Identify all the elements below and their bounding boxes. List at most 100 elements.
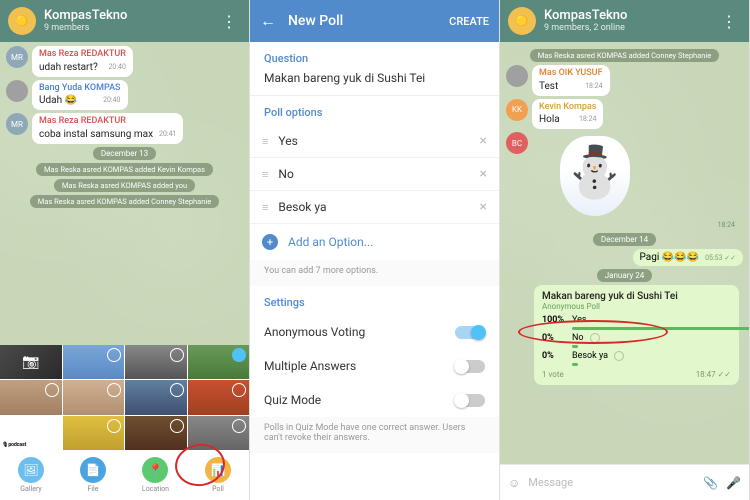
sender-name: Bang Yuda KOMPAS [39, 83, 121, 95]
toggle[interactable] [455, 360, 485, 373]
group-avatar[interactable]: 🟡 [508, 7, 536, 35]
chat-title[interactable]: KompasTekno [44, 9, 127, 23]
avatar[interactable] [6, 80, 28, 102]
sticker-message[interactable] [560, 136, 630, 216]
photo-cell[interactable] [188, 380, 250, 414]
poll-percent: 0% [542, 351, 568, 361]
poll-option-label: Yes [572, 315, 587, 325]
attach-icon[interactable]: 📎 [703, 476, 718, 490]
date-separator: December 14 [593, 233, 656, 246]
incoming-message[interactable]: Mas Reza REDAKTUR coba instal samsung ma… [32, 113, 183, 144]
gallery-button[interactable]: 🖼Gallery [18, 457, 44, 493]
avatar[interactable] [506, 65, 528, 87]
drag-icon[interactable]: ≡ [262, 168, 268, 181]
chat-panel: 🟡 KompasTekno 9 members ⋮ MR Mas Reza RE… [0, 0, 250, 500]
chat-result-panel: 🟡 KompasTekno 9 members, 2 online ⋮ Mas … [500, 0, 750, 500]
incoming-message[interactable]: Mas Reza REDAKTUR udah restart? 20:40 [32, 46, 133, 77]
option-text[interactable]: No [278, 167, 479, 181]
file-button[interactable]: 📄File [80, 457, 106, 493]
avatar[interactable]: KK [506, 99, 528, 121]
more-icon[interactable]: ⋮ [717, 12, 741, 31]
remove-icon[interactable]: × [480, 133, 487, 149]
message-time: 18:24 [585, 82, 602, 91]
photo-cell[interactable] [125, 345, 187, 379]
poll-message[interactable]: Makan bareng yuk di Sushi Tei Anonymous … [534, 285, 739, 385]
chat-header: 🟡 KompasTekno 9 members ⋮ [0, 0, 249, 42]
poll-button[interactable]: 📊Poll [205, 457, 231, 493]
poll-header: ← New Poll CREATE [250, 0, 499, 42]
new-poll-panel: ← New Poll CREATE Question Makan bareng … [250, 0, 500, 500]
poll-percent: 100% [542, 315, 568, 325]
more-icon[interactable]: ⋮ [217, 12, 241, 31]
drag-icon[interactable]: ≡ [262, 135, 268, 148]
gallery-icon: 🖼 [18, 457, 44, 483]
photo-cell[interactable] [188, 416, 250, 450]
avatar[interactable]: BC [506, 132, 528, 154]
avatar[interactable]: MR [6, 46, 28, 68]
date-separator: December 13 [93, 147, 156, 160]
options-label: Poll options [250, 96, 499, 125]
group-avatar[interactable]: 🟡 [8, 7, 36, 35]
photo-cell[interactable] [188, 345, 250, 379]
message-text: Udah 😂 [39, 95, 77, 106]
toggle[interactable] [455, 394, 485, 407]
poll-type: Anonymous Poll [542, 302, 731, 311]
photo-cell[interactable]: 🎙podcast [0, 416, 62, 450]
chat-title[interactable]: KompasTekno [544, 9, 627, 23]
message-time: 20:41 [159, 130, 176, 139]
message-input[interactable]: Message [528, 476, 695, 489]
question-label: Question [250, 42, 499, 71]
create-button[interactable]: CREATE [449, 15, 489, 28]
camera-cell[interactable] [0, 345, 62, 379]
photo-cell[interactable] [125, 416, 187, 450]
attach-label: File [87, 485, 98, 493]
add-option-button[interactable]: + Add an Option... [250, 224, 499, 260]
chat-header: 🟡 KompasTekno 9 members, 2 online ⋮ [500, 0, 749, 42]
photo-cell[interactable] [63, 380, 125, 414]
setting-row: Anonymous Voting [250, 315, 499, 349]
poll-option-label: Besok ya [572, 351, 608, 361]
location-button[interactable]: 📍Location [142, 457, 169, 493]
poll-title: Makan bareng yuk di Sushi Tei [542, 291, 731, 302]
poll-result-option[interactable]: 100% Yes [542, 315, 731, 330]
poll-result-option[interactable]: 0% Besok ya [542, 351, 731, 366]
remove-icon[interactable]: × [480, 199, 487, 215]
avatar[interactable]: MR [6, 113, 28, 135]
message-text: Hola [539, 114, 560, 125]
setting-label: Multiple Answers [264, 359, 356, 373]
chat-scroll[interactable]: MR Mas Reza REDAKTUR udah restart? 20:40… [0, 42, 249, 345]
message-time: 18:24 [579, 115, 596, 124]
incoming-message[interactable]: Mas OIK YUSUF Test 18:24 [532, 65, 610, 96]
option-text[interactable]: Yes [278, 134, 479, 148]
attach-type-row: 🖼Gallery 📄File 📍Location 📊Poll [0, 450, 249, 500]
photo-grid: 🎙podcast [0, 345, 249, 450]
poll-percent: 0% [542, 333, 568, 343]
drag-icon[interactable]: ≡ [262, 201, 268, 214]
emoji-icon[interactable]: ☺ [508, 476, 520, 490]
attach-label: Location [142, 485, 169, 493]
back-icon[interactable]: ← [260, 11, 276, 31]
sender-name: Mas Reza REDAKTUR [39, 116, 176, 128]
poll-option-row[interactable]: ≡ Besok ya× [250, 191, 499, 224]
question-input[interactable]: Makan bareng yuk di Sushi Tei [250, 71, 499, 96]
photo-cell[interactable] [125, 380, 187, 414]
mic-icon[interactable]: 🎤 [726, 476, 741, 490]
options-hint: You can add 7 more options. [250, 260, 499, 286]
photo-cell[interactable] [63, 416, 125, 450]
system-message: Mas Reska asred KOMPAS added you [54, 179, 195, 192]
photo-cell[interactable] [0, 380, 62, 414]
chat-scroll[interactable]: Mas Reska asred KOMPAS added Conney Step… [500, 42, 749, 464]
poll-option-row[interactable]: ≡ Yes× [250, 125, 499, 158]
message-text: udah restart? [39, 62, 98, 73]
poll-result-option[interactable]: 0%No [542, 333, 731, 348]
poll-option-row[interactable]: ≡ No× [250, 158, 499, 191]
incoming-message[interactable]: Kevin Kompas Hola 18:24 [532, 99, 603, 130]
toggle[interactable] [455, 326, 485, 339]
attach-label: Poll [212, 485, 224, 493]
sender-name: Mas Reza REDAKTUR [39, 49, 126, 61]
incoming-message[interactable]: Bang Yuda KOMPAS Udah 😂 20:40 [32, 80, 128, 111]
outgoing-message[interactable]: Pagi 😂😂😂 05:53 ✓✓ [633, 249, 743, 266]
remove-icon[interactable]: × [480, 166, 487, 182]
option-text[interactable]: Besok ya [278, 200, 479, 214]
photo-cell[interactable] [63, 345, 125, 379]
